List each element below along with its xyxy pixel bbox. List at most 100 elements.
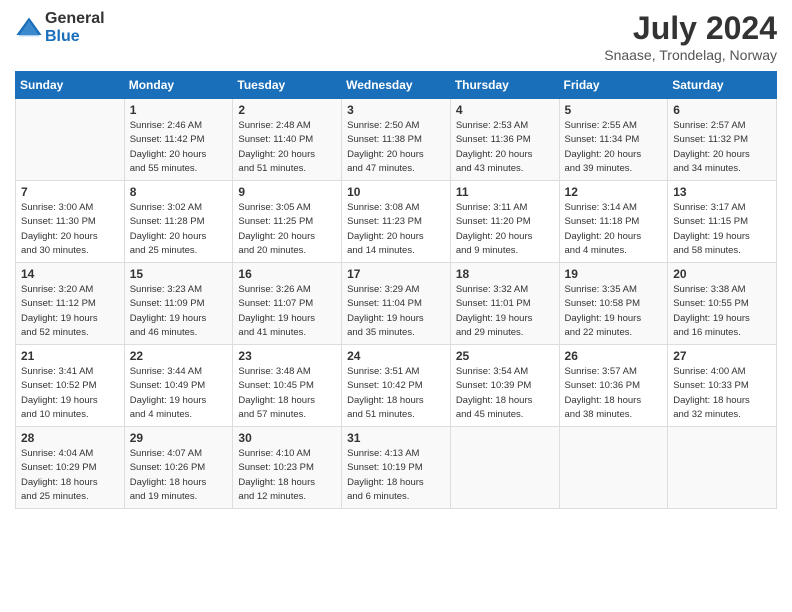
calendar-cell (16, 99, 125, 181)
day-number: 2 (238, 103, 336, 117)
calendar-cell: 12 Sunrise: 3:14 AM Sunset: 11:18 PM Dayl… (559, 181, 668, 263)
calendar-cell: 14Sunrise: 3:20 AM Sunset: 11:12 PM Dayl… (16, 263, 125, 345)
calendar-cell: 13 Sunrise: 3:17 AM Sunset: 11:15 PM Dayl… (668, 181, 777, 263)
day-number: 19 (565, 267, 663, 281)
day-number: 1 (130, 103, 228, 117)
day-number: 6 (673, 103, 771, 117)
calendar-cell: 31Sunrise: 4:13 AM Sunset: 10:19 PM Dayl… (342, 427, 451, 509)
day-info: Sunrise: 3:08 AM Sunset: 11:23 PM Daylig… (347, 201, 445, 258)
header-day-thursday: Thursday (450, 72, 559, 99)
header-day-monday: Monday (124, 72, 233, 99)
calendar-cell: 5 Sunrise: 2:55 AM Sunset: 11:34 PM Dayli… (559, 99, 668, 181)
calendar-cell: 24Sunrise: 3:51 AM Sunset: 10:42 PM Dayl… (342, 345, 451, 427)
day-number: 20 (673, 267, 771, 281)
day-info: Sunrise: 3:32 AM Sunset: 11:01 PM Daylig… (456, 283, 554, 340)
day-info: Sunrise: 3:57 AM Sunset: 10:36 PM Daylig… (565, 365, 663, 422)
day-info: Sunrise: 3:26 AM Sunset: 11:07 PM Daylig… (238, 283, 336, 340)
day-info: Sunrise: 3:02 AM Sunset: 11:28 PM Daylig… (130, 201, 228, 258)
header-day-sunday: Sunday (16, 72, 125, 99)
day-number: 16 (238, 267, 336, 281)
day-number: 18 (456, 267, 554, 281)
day-number: 17 (347, 267, 445, 281)
calendar-cell: 18 Sunrise: 3:32 AM Sunset: 11:01 PM Dayl… (450, 263, 559, 345)
calendar-cell: 27Sunrise: 4:00 AM Sunset: 10:33 PM Dayl… (668, 345, 777, 427)
day-info: Sunrise: 3:35 AM Sunset: 10:58 PM Daylig… (565, 283, 663, 340)
calendar-cell: 11 Sunrise: 3:11 AM Sunset: 11:20 PM Dayl… (450, 181, 559, 263)
day-info: Sunrise: 3:41 AM Sunset: 10:52 PM Daylig… (21, 365, 119, 422)
calendar-cell: 22Sunrise: 3:44 AM Sunset: 10:49 PM Dayl… (124, 345, 233, 427)
day-number: 5 (565, 103, 663, 117)
calendar-cell: 26 Sunrise: 3:57 AM Sunset: 10:36 PM Dayl… (559, 345, 668, 427)
day-info: Sunrise: 2:55 AM Sunset: 11:34 PM Daylig… (565, 119, 663, 176)
calendar-cell: 25Sunrise: 3:54 AM Sunset: 10:39 PM Dayl… (450, 345, 559, 427)
day-info: Sunrise: 3:05 AM Sunset: 11:25 PM Daylig… (238, 201, 336, 258)
day-info: Sunrise: 3:44 AM Sunset: 10:49 PM Daylig… (130, 365, 228, 422)
day-number: 10 (347, 185, 445, 199)
day-number: 3 (347, 103, 445, 117)
calendar-cell: 29 Sunrise: 4:07 AM Sunset: 10:26 PM Dayl… (124, 427, 233, 509)
day-info: Sunrise: 2:53 AM Sunset: 11:36 PM Daylig… (456, 119, 554, 176)
day-info: Sunrise: 2:46 AM Sunset: 11:42 PM Daylig… (130, 119, 228, 176)
week-row-2: 7Sunrise: 3:00 AM Sunset: 11:30 PM Dayli… (16, 181, 777, 263)
day-number: 21 (21, 349, 119, 363)
calendar-cell: 30Sunrise: 4:10 AM Sunset: 10:23 PM Dayl… (233, 427, 342, 509)
day-info: Sunrise: 4:04 AM Sunset: 10:29 PM Daylig… (21, 447, 119, 504)
header-day-friday: Friday (559, 72, 668, 99)
day-info: Sunrise: 2:57 AM Sunset: 11:32 PM Daylig… (673, 119, 771, 176)
header-day-saturday: Saturday (668, 72, 777, 99)
day-info: Sunrise: 3:38 AM Sunset: 10:55 PM Daylig… (673, 283, 771, 340)
calendar-cell: 19 Sunrise: 3:35 AM Sunset: 10:58 PM Dayl… (559, 263, 668, 345)
calendar-table: SundayMondayTuesdayWednesdayThursdayFrid… (15, 71, 777, 509)
calendar-cell (450, 427, 559, 509)
calendar-cell: 15Sunrise: 3:23 AM Sunset: 11:09 PM Dayl… (124, 263, 233, 345)
day-info: Sunrise: 4:07 AM Sunset: 10:26 PM Daylig… (130, 447, 228, 504)
week-row-4: 21 Sunrise: 3:41 AM Sunset: 10:52 PM Dayl… (16, 345, 777, 427)
calendar-cell: 9 Sunrise: 3:05 AM Sunset: 11:25 PM Dayli… (233, 181, 342, 263)
day-number: 4 (456, 103, 554, 117)
calendar-cell: 8 Sunrise: 3:02 AM Sunset: 11:28 PM Dayli… (124, 181, 233, 263)
header-row: SundayMondayTuesdayWednesdayThursdayFrid… (16, 72, 777, 99)
page: General Blue July 2024 Snaase, Trondelag… (0, 0, 792, 612)
day-info: Sunrise: 3:00 AM Sunset: 11:30 PM Daylig… (21, 201, 119, 258)
day-number: 13 (673, 185, 771, 199)
logo-icon (15, 14, 43, 42)
calendar-cell: 16 Sunrise: 3:26 AM Sunset: 11:07 PM Dayl… (233, 263, 342, 345)
calendar-cell: 3Sunrise: 2:50 AM Sunset: 11:38 PM Dayli… (342, 99, 451, 181)
title-block: July 2024 Snaase, Trondelag, Norway (604, 10, 777, 63)
calendar-cell: 20 Sunrise: 3:38 AM Sunset: 10:55 PM Dayl… (668, 263, 777, 345)
calendar-cell: 2 Sunrise: 2:48 AM Sunset: 11:40 PM Dayli… (233, 99, 342, 181)
day-number: 11 (456, 185, 554, 199)
month-title: July 2024 (604, 10, 777, 47)
day-info: Sunrise: 3:23 AM Sunset: 11:09 PM Daylig… (130, 283, 228, 340)
calendar-cell: 7Sunrise: 3:00 AM Sunset: 11:30 PM Dayli… (16, 181, 125, 263)
day-info: Sunrise: 3:54 AM Sunset: 10:39 PM Daylig… (456, 365, 554, 422)
calendar-cell (668, 427, 777, 509)
header-day-tuesday: Tuesday (233, 72, 342, 99)
week-row-5: 28 Sunrise: 4:04 AM Sunset: 10:29 PM Dayl… (16, 427, 777, 509)
header-day-wednesday: Wednesday (342, 72, 451, 99)
day-info: Sunrise: 3:17 AM Sunset: 11:15 PM Daylig… (673, 201, 771, 258)
day-info: Sunrise: 4:13 AM Sunset: 10:19 PM Daylig… (347, 447, 445, 504)
week-row-1: 1 Sunrise: 2:46 AM Sunset: 11:42 PM Dayli… (16, 99, 777, 181)
day-number: 29 (130, 431, 228, 445)
day-number: 8 (130, 185, 228, 199)
location: Snaase, Trondelag, Norway (604, 47, 777, 63)
day-number: 30 (238, 431, 336, 445)
calendar-cell (559, 427, 668, 509)
day-info: Sunrise: 3:20 AM Sunset: 11:12 PM Daylig… (21, 283, 119, 340)
day-info: Sunrise: 3:29 AM Sunset: 11:04 PM Daylig… (347, 283, 445, 340)
day-number: 9 (238, 185, 336, 199)
day-number: 28 (21, 431, 119, 445)
day-info: Sunrise: 2:48 AM Sunset: 11:40 PM Daylig… (238, 119, 336, 176)
day-info: Sunrise: 3:48 AM Sunset: 10:45 PM Daylig… (238, 365, 336, 422)
day-number: 26 (565, 349, 663, 363)
day-info: Sunrise: 3:14 AM Sunset: 11:18 PM Daylig… (565, 201, 663, 258)
calendar-cell: 6 Sunrise: 2:57 AM Sunset: 11:32 PM Dayli… (668, 99, 777, 181)
day-number: 27 (673, 349, 771, 363)
week-row-3: 14Sunrise: 3:20 AM Sunset: 11:12 PM Dayl… (16, 263, 777, 345)
logo: General Blue (15, 10, 105, 46)
day-info: Sunrise: 3:11 AM Sunset: 11:20 PM Daylig… (456, 201, 554, 258)
calendar-cell: 17 Sunrise: 3:29 AM Sunset: 11:04 PM Dayl… (342, 263, 451, 345)
calendar-cell: 4 Sunrise: 2:53 AM Sunset: 11:36 PM Dayli… (450, 99, 559, 181)
day-number: 12 (565, 185, 663, 199)
